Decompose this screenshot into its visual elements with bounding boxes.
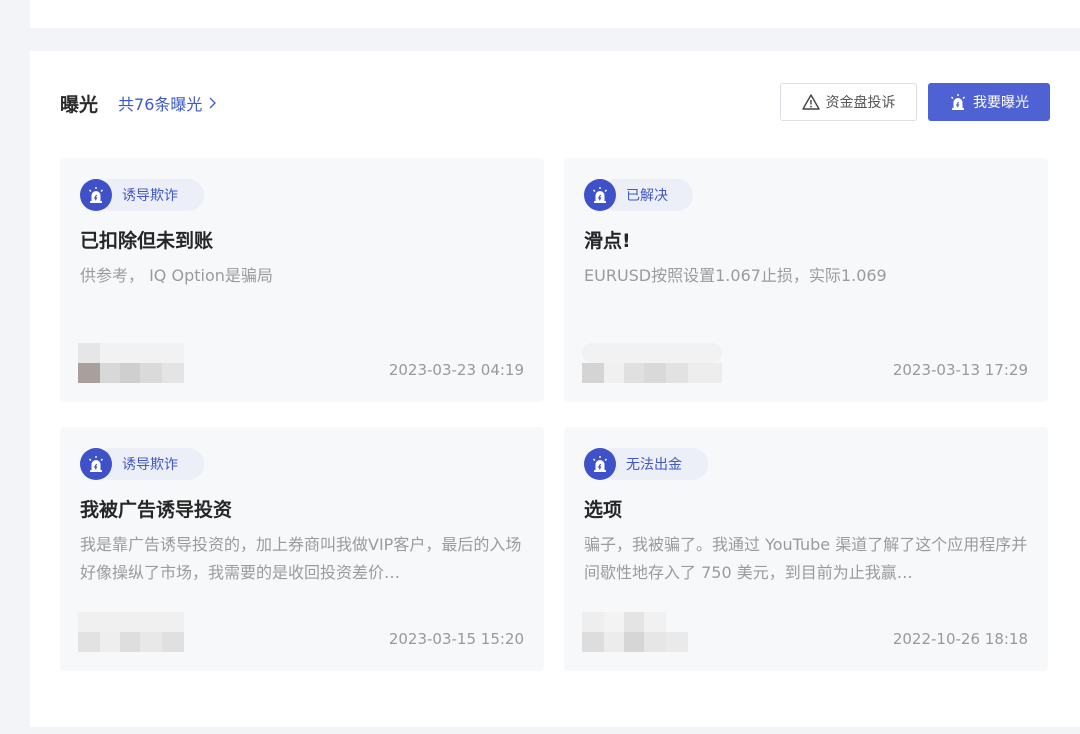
blurred-user-avatar: [582, 612, 688, 652]
category-tag-label: 诱导欺诈: [122, 457, 178, 473]
card-date: 2022-10-26 18:18: [892, 630, 1028, 648]
alarm-siren-icon: [80, 179, 112, 211]
expose-button-label: 我要曝光: [973, 95, 1029, 111]
category-tag: 已解决: [584, 179, 693, 211]
card-description: 我是靠广告诱导投资的，加上券商叫我做VIP客户，最后的入场好像操纵了市场，我需要…: [80, 535, 522, 582]
chevron-right-icon: [209, 97, 217, 109]
category-tag: 无法出金: [584, 448, 708, 480]
complaint-button-label: 资金盘投诉: [825, 95, 896, 111]
category-tag-label: 诱导欺诈: [122, 188, 178, 204]
exposure-count-link[interactable]: 共76条曝光: [118, 91, 218, 115]
category-tag-label: 已解决: [626, 188, 668, 204]
blurred-user-avatar: [78, 343, 184, 383]
card-description: EURUSD按照设置1.067止损，实际1.069: [584, 266, 887, 285]
category-tag: 诱导欺诈: [80, 448, 204, 480]
category-tag-label: 无法出金: [626, 457, 682, 473]
card-title: 滑点!: [584, 230, 631, 252]
warning-triangle-icon: [801, 94, 820, 110]
card-description: 骗子，我被骗了。我通过 YouTube 渠道了解了这个应用程序并间歇性地存入了 …: [584, 535, 1028, 582]
exposure-card[interactable]: 诱导欺诈 我被广告诱导投资 我是靠广告诱导投资的，加上券商叫我做VIP客户，最后…: [60, 427, 544, 671]
exposure-card[interactable]: 诱导欺诈 已扣除但未到账 供参考， IQ Option是骗局 2023-03-2…: [60, 158, 544, 402]
exposure-card[interactable]: 无法出金 选项 骗子，我被骗了。我通过 YouTube 渠道了解了这个应用程序并…: [564, 427, 1048, 671]
card-title: 我被广告诱导投资: [80, 499, 233, 521]
card-title: 选项: [584, 499, 623, 521]
panel-title: 曝光: [60, 93, 99, 116]
panel-header: 曝光 共76条曝光: [60, 91, 218, 116]
exposure-panel: 曝光 共76条曝光 资金盘投诉 我要曝光 诱导欺诈 已扣除但未到账 供参考， I…: [30, 51, 1080, 727]
complaint-button[interactable]: 资金盘投诉: [780, 83, 917, 121]
card-date: 2023-03-23 04:19: [388, 361, 524, 379]
card-description: 供参考， IQ Option是骗局: [80, 266, 273, 285]
previous-section-card: [30, 0, 1080, 28]
card-date: 2023-03-13 17:29: [892, 361, 1028, 379]
alarm-siren-icon: [584, 448, 616, 480]
alarm-siren-icon: [80, 448, 112, 480]
expose-button[interactable]: 我要曝光: [928, 83, 1050, 121]
card-date: 2023-03-15 15:20: [388, 630, 524, 648]
exposure-card[interactable]: 已解决 滑点! EURUSD按照设置1.067止损，实际1.069 2023-0…: [564, 158, 1048, 402]
card-title: 已扣除但未到账: [80, 230, 214, 252]
blurred-user-avatar: [78, 612, 184, 652]
alarm-siren-icon: [584, 179, 616, 211]
alarm-siren-icon: [951, 94, 965, 110]
blurred-user-avatar: [582, 343, 722, 383]
exposure-count-label: 共76条曝光: [118, 95, 203, 114]
category-tag: 诱导欺诈: [80, 179, 204, 211]
